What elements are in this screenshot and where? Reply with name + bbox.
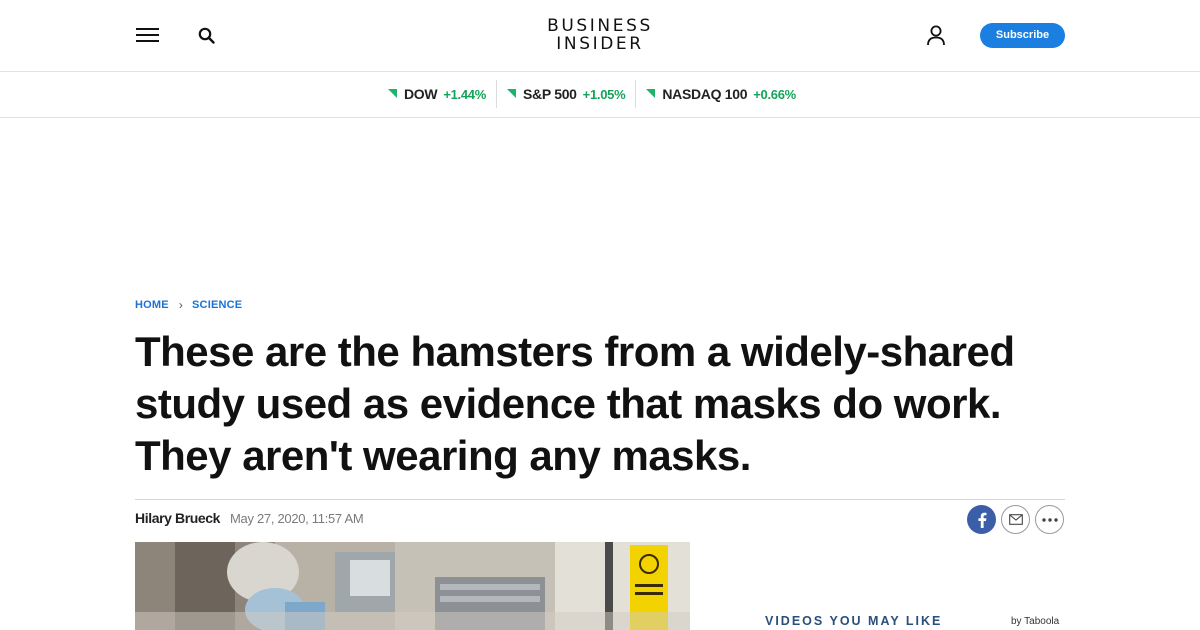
ticker-name: S&P 500 [522, 86, 577, 102]
ticker-item-sp500[interactable]: S&P 500 +1.05% [495, 80, 635, 108]
taboola-credit-link[interactable]: by Taboola [1011, 616, 1059, 627]
publish-date: May 27, 2020, 11:57 AM [230, 511, 364, 526]
logo-line-1: BUSINESS [547, 16, 653, 36]
more-dots-icon[interactable] [1035, 505, 1064, 534]
article-title: These are the hamsters from a widely-sha… [135, 328, 1015, 479]
ticker-list: DOW +1.44% S&P 500 +1.05% NASDAQ 100 +0.… [378, 80, 806, 108]
up-arrow-icon [646, 88, 656, 98]
author-name[interactable]: Hilary Brueck [135, 510, 220, 526]
logo-line-2: INSIDER [556, 34, 644, 54]
article-hero-image[interactable] [135, 542, 690, 630]
up-arrow-icon [506, 88, 516, 98]
breadcrumb-science[interactable]: SCIENCE [192, 299, 242, 311]
site-logo[interactable]: BUSINESS INSIDER [520, 17, 680, 53]
hamburger-menu-icon[interactable] [136, 27, 160, 45]
search-icon[interactable] [197, 26, 217, 46]
site-header: BUSINESS INSIDER Subscribe [0, 0, 1200, 72]
subscribe-button[interactable]: Subscribe [980, 23, 1065, 48]
user-icon[interactable] [925, 24, 947, 46]
videos-you-may-like-heading: VIDEOS YOU MAY LIKE [765, 614, 943, 628]
market-ticker-bar: DOW +1.44% S&P 500 +1.05% NASDAQ 100 +0.… [0, 72, 1200, 118]
divider [135, 499, 1065, 500]
ticker-name: DOW [404, 86, 438, 102]
breadcrumb-home[interactable]: HOME [135, 299, 169, 311]
ticker-change: +1.05% [582, 86, 626, 102]
chevron-right-icon: › [178, 298, 184, 312]
ticker-change: +1.44% [443, 86, 486, 102]
ticker-item-dow[interactable]: DOW +1.44% [378, 80, 496, 108]
up-arrow-icon [388, 88, 397, 98]
ticker-item-nasdaq100[interactable]: NASDAQ 100 +0.66% [635, 80, 806, 108]
ticker-name: NASDAQ 100 [662, 86, 748, 102]
ticker-change: +0.66% [753, 86, 796, 102]
breadcrumb: HOME › SCIENCE [135, 298, 242, 312]
facebook-icon[interactable] [967, 505, 996, 534]
mail-icon[interactable] [1001, 505, 1030, 534]
